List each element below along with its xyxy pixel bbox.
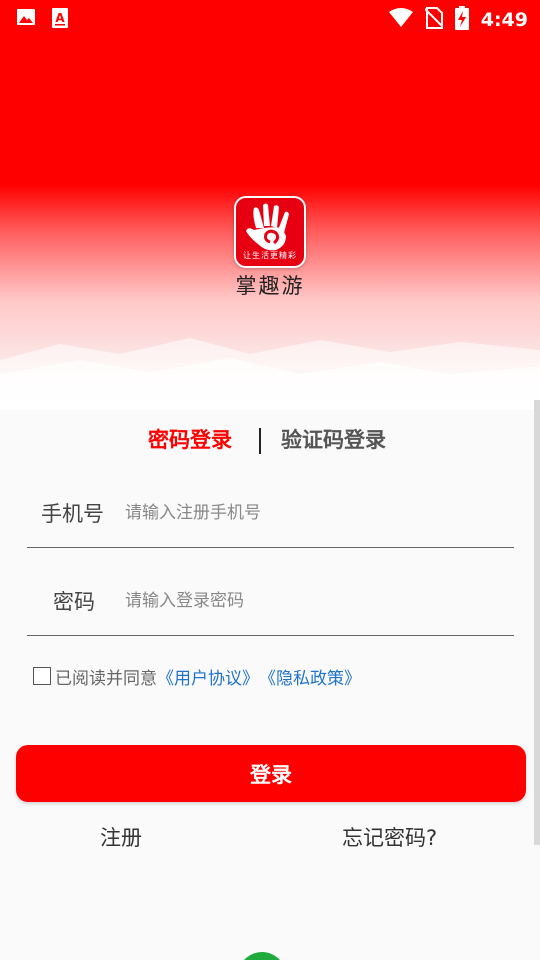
battery-charging-icon (454, 6, 469, 34)
phone-field: 手机号 (27, 488, 514, 548)
side-scrollbar[interactable] (534, 400, 540, 845)
app-name: 掌趣游 (235, 274, 305, 298)
logo-slogan: 让生活更精彩 (243, 251, 297, 260)
password-label: 密码 (53, 590, 95, 614)
mountain-silhouette (0, 338, 540, 410)
status-bar: A 4:49 (0, 0, 540, 36)
agreement-text: 已阅读并同意 (55, 668, 157, 689)
tab-password-login[interactable]: 密码登录 (148, 424, 232, 454)
svg-text:A: A (55, 11, 65, 25)
password-field: 密码 (27, 576, 514, 636)
a-font-icon: A (52, 8, 68, 32)
wifi-icon (388, 8, 413, 32)
phone-input[interactable] (125, 498, 505, 528)
login-button[interactable]: 登录 (16, 745, 526, 802)
user-agreement-link[interactable]: 《用户协议》 (157, 664, 259, 689)
agreement-row: 已阅读并同意 《用户协议》 《隐私政策》 (33, 664, 361, 689)
forgot-password-link[interactable]: 忘记密码? (342, 822, 437, 852)
status-time: 4:49 (480, 9, 528, 31)
tab-divider (259, 428, 261, 454)
phone-label: 手机号 (41, 502, 104, 526)
agreement-checkbox[interactable] (33, 667, 51, 685)
image-icon (16, 8, 36, 32)
tab-code-login[interactable]: 验证码登录 (281, 424, 386, 454)
no-sim-icon (424, 7, 444, 33)
privacy-policy-link[interactable]: 《隐私政策》 (259, 664, 361, 689)
password-input[interactable] (125, 586, 505, 616)
register-link[interactable]: 注册 (100, 822, 142, 852)
login-tabs: 密码登录 验证码登录 (0, 424, 540, 456)
app-logo: 让生活更精彩 (234, 196, 306, 268)
floating-green-button[interactable] (238, 952, 286, 960)
